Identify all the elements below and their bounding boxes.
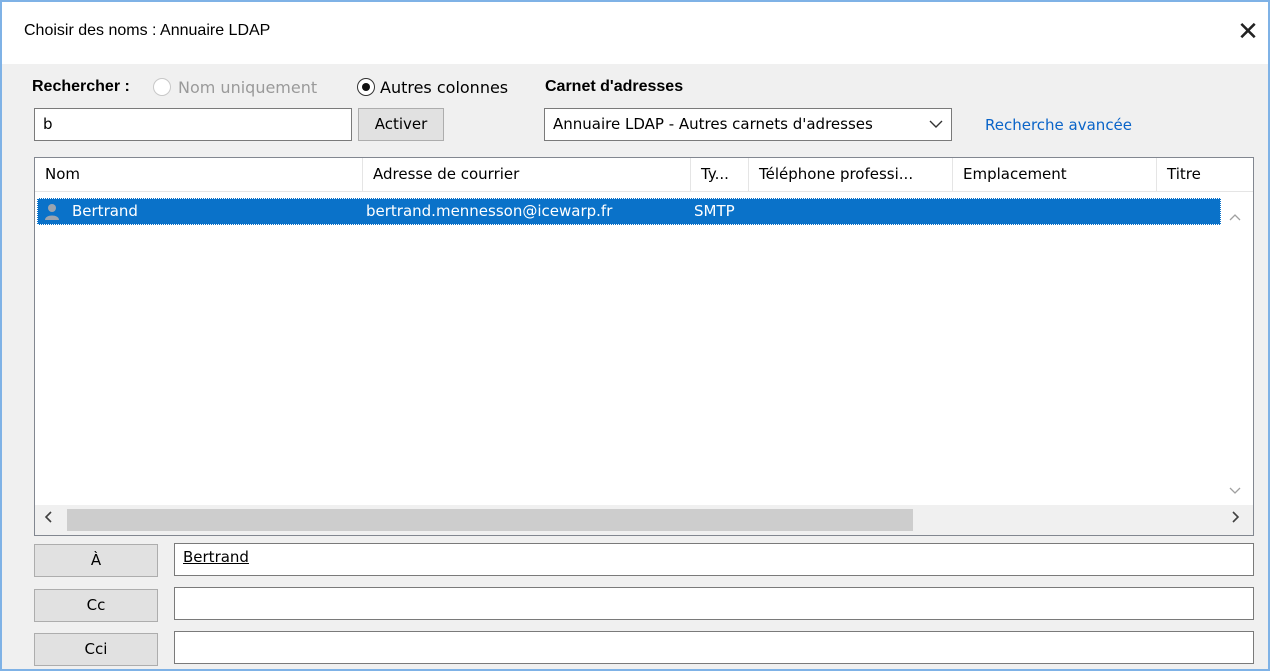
cc-field[interactable] (174, 587, 1254, 620)
advanced-search-link[interactable]: Recherche avancée (985, 116, 1132, 134)
address-book-select[interactable]: Annuaire LDAP - Autres carnets d'adresse… (544, 108, 952, 141)
to-button[interactable]: À (34, 544, 158, 577)
column-header-location[interactable]: Emplacement (953, 158, 1157, 191)
results-header: Nom Adresse de courrier Ty... Téléphone … (35, 158, 1253, 192)
cc-button[interactable]: Cc (34, 589, 158, 622)
search-label: Rechercher : (32, 78, 130, 95)
address-book-label: Carnet d'adresses (545, 78, 684, 95)
radio-selected-dot (362, 83, 370, 91)
column-header-email[interactable]: Adresse de courrier (363, 158, 691, 191)
window-title: Choisir des noms : Annuaire LDAP (24, 22, 271, 39)
dialog-window: Choisir des noms : Annuaire LDAP ✕ Reche… (0, 0, 1270, 671)
results-list[interactable]: Nom Adresse de courrier Ty... Téléphone … (34, 157, 1254, 536)
scrollbar-thumb[interactable] (67, 509, 913, 531)
title-bar: Choisir des noms : Annuaire LDAP ✕ (2, 2, 1268, 64)
column-header-title[interactable]: Titre (1157, 158, 1253, 191)
arrow-right-icon[interactable] (1231, 507, 1241, 531)
column-header-name[interactable]: Nom (35, 158, 363, 191)
to-recipient[interactable]: Bertrand (183, 548, 249, 566)
radio-other-columns-label: Autres colonnes (380, 78, 509, 97)
bcc-button[interactable]: Cci (34, 633, 158, 666)
search-input[interactable]: b (34, 108, 352, 141)
close-icon[interactable]: ✕ (1232, 16, 1264, 48)
to-field[interactable]: Bertrand (174, 543, 1254, 576)
row-email: bertrand.mennesson@icewarp.fr (366, 202, 613, 220)
radio-name-only-label: Nom uniquement (178, 78, 318, 97)
radio-name-only[interactable] (153, 78, 171, 96)
table-row[interactable]: Bertrand bertrand.mennesson@icewarp.fr S… (37, 198, 1221, 225)
arrow-up-icon[interactable] (1229, 210, 1241, 225)
chevron-down-icon (929, 117, 943, 133)
horizontal-scrollbar[interactable] (35, 505, 1253, 535)
column-header-phone[interactable]: Téléphone professi... (749, 158, 953, 191)
person-icon (44, 203, 60, 221)
activate-button[interactable]: Activer (358, 108, 444, 141)
row-name: Bertrand (72, 202, 138, 220)
column-header-type[interactable]: Ty... (691, 158, 749, 191)
arrow-down-icon[interactable] (1229, 484, 1241, 499)
address-book-value: Annuaire LDAP - Autres carnets d'adresse… (553, 115, 873, 133)
arrow-left-icon[interactable] (43, 507, 53, 531)
radio-other-columns[interactable] (357, 78, 375, 96)
bcc-field[interactable] (174, 631, 1254, 664)
row-type: SMTP (694, 202, 735, 220)
